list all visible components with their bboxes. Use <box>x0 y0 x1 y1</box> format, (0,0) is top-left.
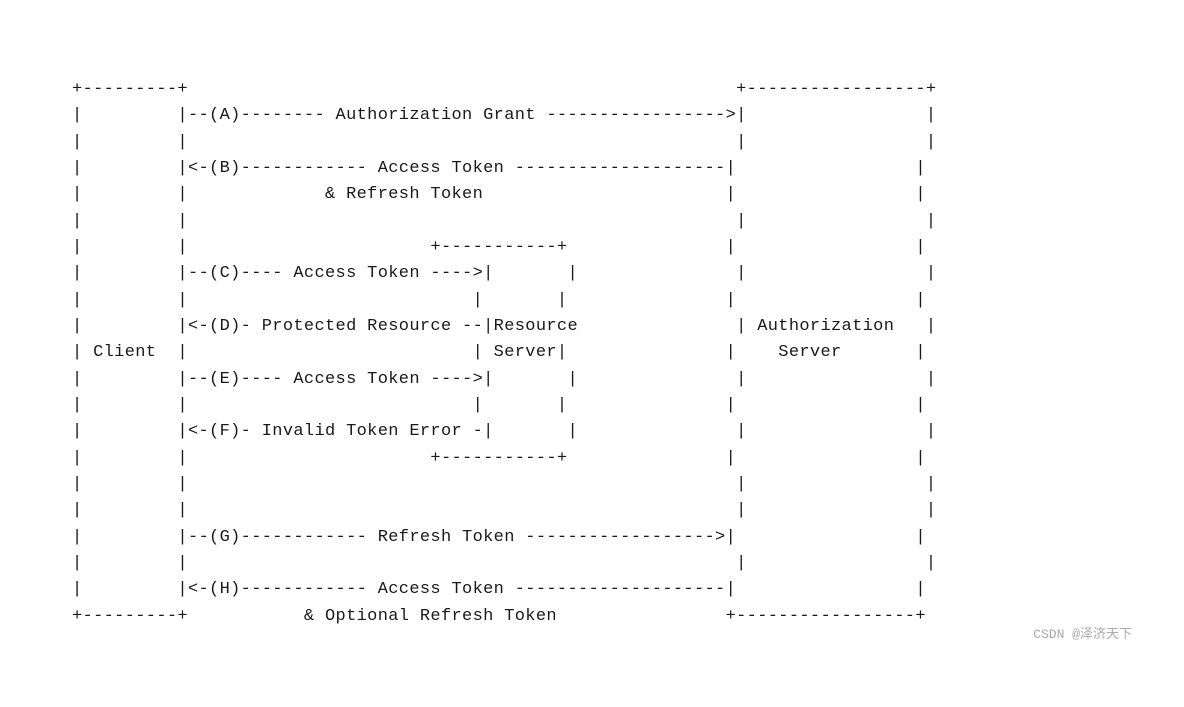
diagram-content: +---------+ +-----------------+ | |--(A)… <box>72 77 1112 630</box>
diagram-container: +---------+ +-----------------+ | |--(A)… <box>42 57 1142 650</box>
watermark: CSDN @泽济天下 <box>1033 623 1132 642</box>
